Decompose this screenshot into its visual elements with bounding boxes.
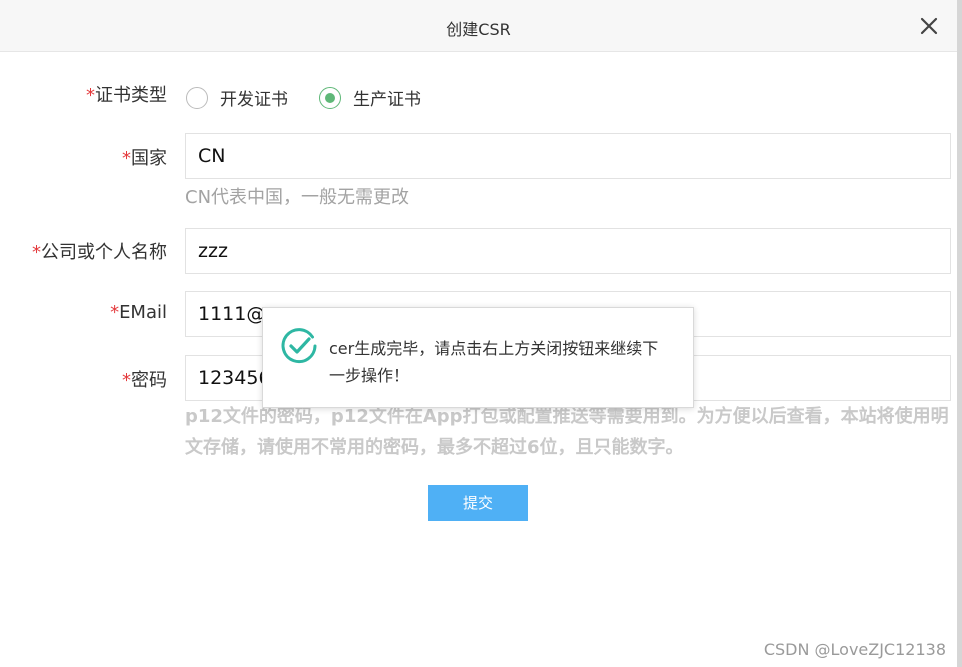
country-label: *国家 <box>122 148 167 169</box>
company-input[interactable]: zzz <box>185 228 951 274</box>
country-hint: CN代表中国，一般无需更改 <box>185 187 410 208</box>
close-icon[interactable] <box>919 16 939 36</box>
radio-dev-cert[interactable]: 开发证书 <box>186 85 288 110</box>
window-edge <box>957 0 962 667</box>
check-circle-icon <box>279 326 319 366</box>
radio-label: 开发证书 <box>220 90 288 110</box>
watermark: CSDN @LoveZJC12138 <box>763 640 946 659</box>
radio-circle <box>186 86 208 109</box>
dialog-title: 创建CSR <box>446 20 511 39</box>
toast-message: cer生成完毕，请点击右上方关闭按钮来继续下一步操作！ <box>329 339 659 385</box>
country-input[interactable]: CN <box>185 133 951 179</box>
radio-circle <box>319 86 341 109</box>
dialog-header: 创建CSR <box>0 0 957 52</box>
cert-type-label: *证书类型 <box>86 85 167 106</box>
company-label: *公司或个人名称 <box>32 242 167 263</box>
email-label: *EMail <box>110 302 167 323</box>
submit-button[interactable]: 提交 <box>428 485 528 521</box>
success-toast: cer生成完毕，请点击右上方关闭按钮来继续下一步操作！ <box>262 307 694 408</box>
password-label: *密码 <box>122 370 167 391</box>
radio-label: 生产证书 <box>353 90 421 110</box>
password-hint: p12文件的密码，p12文件在App打包或配置推送等需要用到。为方便以后查看，本… <box>185 406 949 458</box>
radio-prod-cert[interactable]: 生产证书 <box>319 85 421 110</box>
